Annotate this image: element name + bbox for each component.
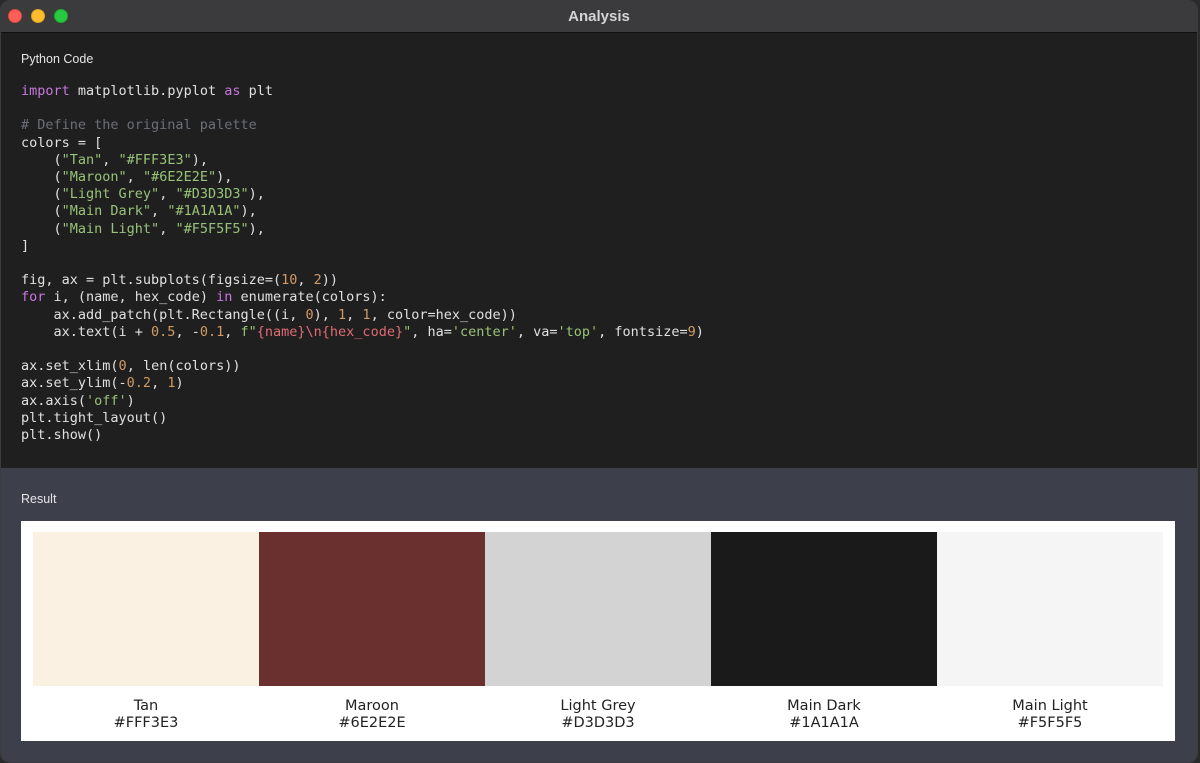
swatch-hex: #F5F5F5 — [1017, 714, 1083, 731]
code-line: ("Main Light", "#F5F5F5"), — [21, 220, 265, 237]
swatch-hex: #6E2E2E — [338, 714, 406, 731]
code-line: ax.axis('off') — [21, 392, 135, 409]
code-line: ax.text(i + 0.5, -0.1, f"{name}\n{hex_co… — [21, 323, 704, 340]
code-line: plt.show() — [21, 427, 103, 444]
swatch-name: Main Light — [1012, 698, 1088, 714]
code-line: ax.add_patch(plt.Rectangle((i, 0), 1, 1,… — [21, 306, 517, 323]
swatch-label-light-grey: Light Grey #D3D3D3 — [485, 698, 711, 731]
swatch-name: Tan — [133, 698, 159, 714]
code-line: fig, ax = plt.subplots(figsize=(10, 2)) — [21, 272, 339, 289]
code-line: import matplotlib.pyplot as plt — [21, 83, 273, 99]
swatch-label-tan: Tan #FFF3E3 — [33, 698, 259, 731]
swatch-name: Maroon — [345, 698, 399, 714]
code-line: ax.set_ylim(-0.2, 1) — [21, 375, 184, 392]
code-line: ("Tan", "#FFF3E3"), — [21, 151, 208, 168]
swatch-hex: #1A1A1A — [789, 714, 859, 731]
code-line: for i, (name, hex_code) in enumerate(col… — [21, 289, 387, 306]
window-title: Analysis — [568, 8, 630, 25]
code-line: ax.set_xlim(0, len(colors)) — [21, 358, 241, 375]
result-section-label: Result — [21, 492, 57, 506]
code-line: ("Light Grey", "#D3D3D3"), — [21, 186, 265, 203]
color-swatch-main-light — [937, 532, 1163, 686]
color-swatch-light-grey — [485, 532, 711, 686]
code-line: ] — [21, 237, 30, 254]
color-swatch-maroon — [259, 532, 485, 686]
color-swatch-tan — [33, 532, 259, 686]
swatch-label-main-dark: Main Dark #1A1A1A — [711, 698, 937, 731]
code-line: ("Main Dark", "#1A1A1A"), — [21, 203, 257, 220]
code-line: # Define the original palette — [21, 117, 257, 134]
swatch-label-maroon: Maroon #6E2E2E — [259, 698, 485, 731]
code-section: Python Code import matplotlib.pyplot as … — [1, 33, 1197, 468]
swatch-hex: #FFF3E3 — [113, 714, 179, 731]
swatch-name: Light Grey — [560, 698, 636, 714]
swatch-hex: #D3D3D3 — [561, 714, 635, 731]
analysis-window: Analysis Python Code import matplotlib.p… — [0, 0, 1198, 763]
swatch-name: Main Dark — [787, 698, 861, 714]
result-section: Result Tan #FFF3E3 Maroon #6E2E2E Light … — [1, 468, 1197, 762]
code-line: ("Maroon", "#6E2E2E"), — [21, 169, 233, 186]
code-line: plt.tight_layout() — [21, 409, 168, 426]
code-line: colors = [ — [21, 134, 103, 151]
palette-figure: Tan #FFF3E3 Maroon #6E2E2E Light Grey #D… — [21, 521, 1175, 741]
swatch-label-main-light: Main Light #F5F5F5 — [937, 698, 1163, 731]
title-bar: Analysis — [1, 1, 1197, 33]
color-swatch-main-dark — [711, 532, 937, 686]
code-section-label: Python Code — [21, 52, 94, 66]
code-block[interactable]: import matplotlib.pyplot as plt # Define… — [21, 83, 704, 444]
